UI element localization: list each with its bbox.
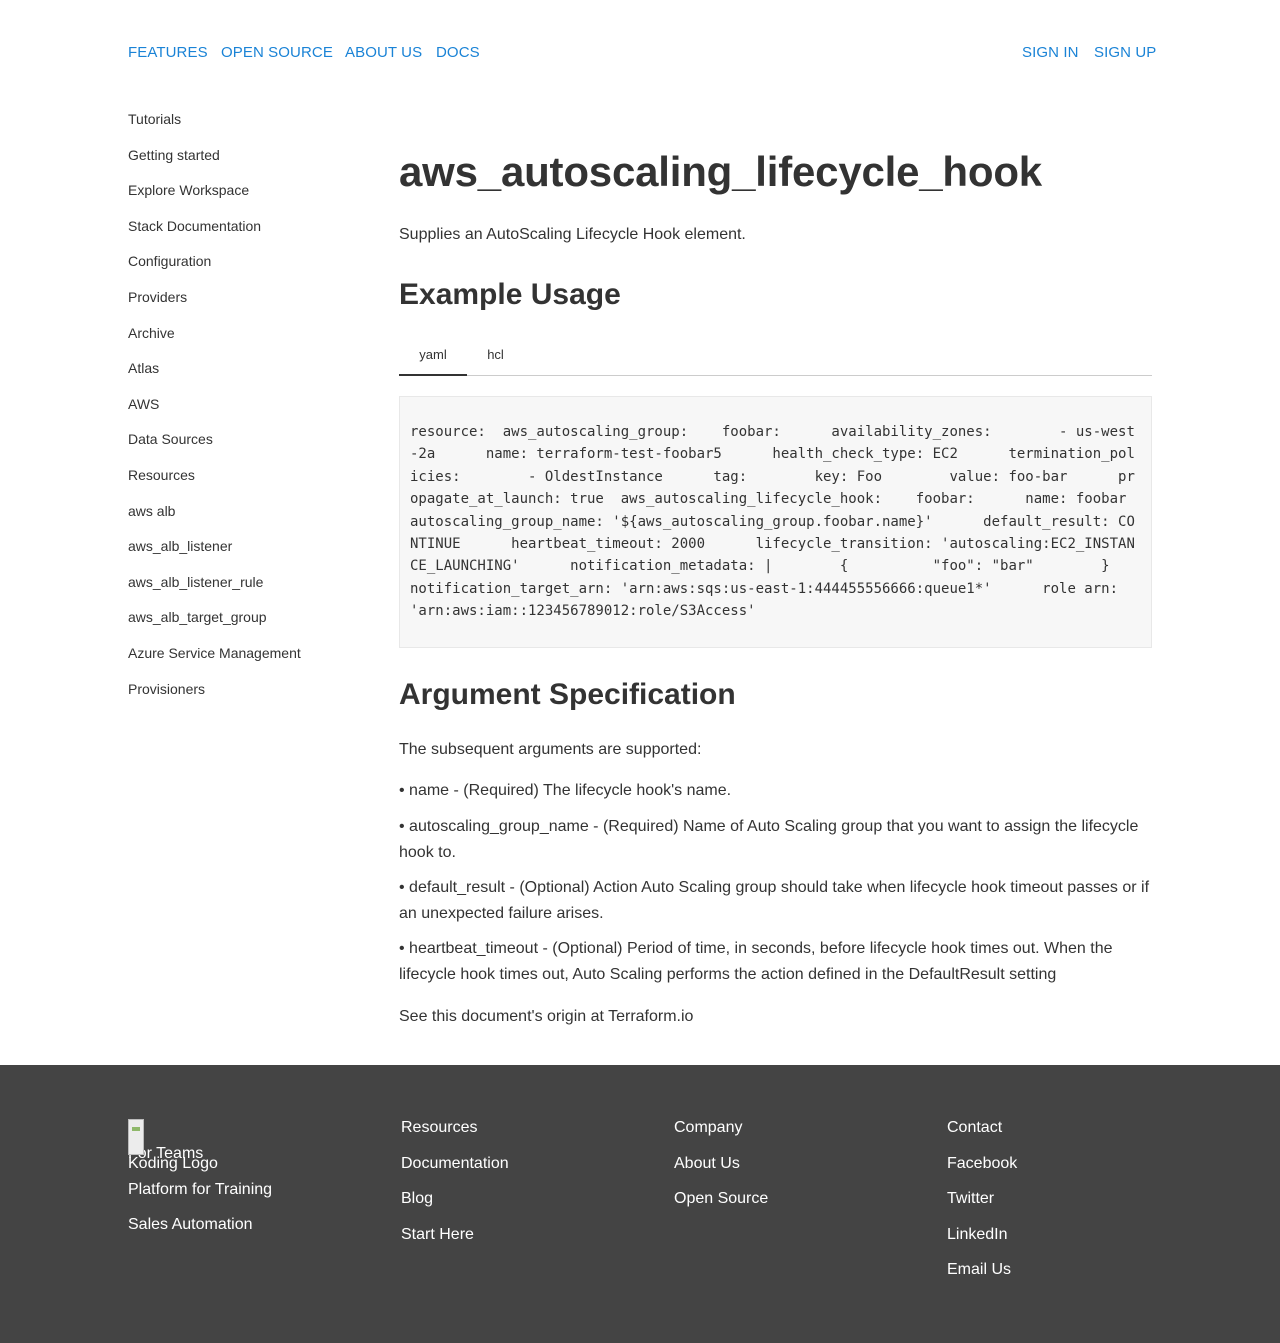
footer-link-twitter[interactable]: Twitter	[947, 1190, 1207, 1226]
argument-specification-heading: Argument Specification	[399, 678, 736, 711]
footer-link-contact[interactable]: Contact	[947, 1119, 1207, 1155]
footer-link-documentation[interactable]: Documentation	[401, 1155, 661, 1191]
footer-link-about-us[interactable]: About Us	[674, 1155, 934, 1191]
sidebar-item-aws-alb-listener[interactable]: aws_alb_listener	[128, 538, 368, 574]
origin-note: See this document's origin at Terraform.…	[399, 1008, 694, 1025]
nav-features-link[interactable]: FEATURES	[128, 44, 208, 61]
sidebar-item-aws-alb-listener-rule[interactable]: aws_alb_listener_rule	[128, 574, 368, 610]
footer-column-contact: Contact Facebook Twitter LinkedIn Email …	[947, 1119, 1207, 1297]
nav-open-source-link[interactable]: OPEN SOURCE	[221, 44, 333, 61]
footer-link-facebook[interactable]: Facebook	[947, 1155, 1207, 1191]
footer-link-platform-for-training[interactable]: Platform for Training	[128, 1181, 388, 1217]
nav-about-us-link[interactable]: ABOUT US	[345, 44, 422, 61]
footer-link-resources[interactable]: Resources	[401, 1119, 661, 1155]
sidebar-item-resources[interactable]: Resources	[128, 467, 368, 503]
sidebar-item-archive[interactable]: Archive	[128, 325, 368, 361]
footer-column-product: Koding Logo For Teams Platform for Train…	[128, 1119, 388, 1252]
footer-link-email-us[interactable]: Email Us	[947, 1261, 1207, 1297]
sidebar-item-provisioners[interactable]: Provisioners	[128, 681, 368, 717]
footer-link-start-here[interactable]: Start Here	[401, 1226, 661, 1262]
docs-sidebar: Tutorials Getting started Explore Worksp…	[128, 111, 368, 716]
page-intro: Supplies an AutoScaling Lifecycle Hook e…	[399, 226, 746, 243]
top-nav: FEATURES OPEN SOURCE ABOUT US DOCS SIGN …	[128, 44, 1156, 64]
sidebar-item-aws-alb[interactable]: aws alb	[128, 503, 368, 539]
footer-link-for-teams[interactable]: For Teams	[128, 1145, 388, 1181]
tab-yaml[interactable]: yaml	[399, 334, 467, 376]
footer-link-linkedin[interactable]: LinkedIn	[947, 1226, 1207, 1262]
code-tabs: yaml hcl	[399, 334, 1152, 376]
sidebar-item-aws-alb-target-group[interactable]: aws_alb_target_group	[128, 609, 368, 645]
nav-docs-link[interactable]: DOCS	[436, 44, 480, 61]
argument-item-default-result: • default_result - (Optional) Action Aut…	[399, 879, 1150, 922]
code-block: resource: aws_autoscaling_group: foobar:…	[399, 396, 1152, 648]
argument-item-autoscaling-group-name: • autoscaling_group_name - (Required) Na…	[399, 818, 1139, 861]
tab-hcl[interactable]: hcl	[467, 334, 524, 375]
code-content: resource: aws_autoscaling_group: foobar:…	[410, 424, 1178, 620]
sidebar-item-configuration[interactable]: Configuration	[128, 253, 368, 289]
footer-column-resources: Resources Documentation Blog Start Here	[401, 1119, 661, 1261]
sidebar-item-atlas[interactable]: Atlas	[128, 360, 368, 396]
argument-item-name: • name - (Required) The lifecycle hook's…	[399, 782, 732, 799]
sidebar-item-data-sources[interactable]: Data Sources	[128, 431, 368, 467]
example-usage-heading: Example Usage	[399, 278, 621, 311]
footer-link-blog[interactable]: Blog	[401, 1190, 661, 1226]
sidebar-item-getting-started[interactable]: Getting started	[128, 147, 368, 183]
argument-item-heartbeat-timeout: • heartbeat_timeout - (Optional) Period …	[399, 940, 1113, 983]
broken-image-icon	[128, 1119, 144, 1155]
arguments-intro: The subsequent arguments are supported:	[399, 741, 702, 758]
footer-column-company: Company About Us Open Source	[674, 1119, 934, 1226]
sidebar-item-aws[interactable]: AWS	[128, 396, 368, 432]
sidebar-item-explore-workspace[interactable]: Explore Workspace	[128, 182, 368, 218]
footer-link-open-source[interactable]: Open Source	[674, 1190, 934, 1226]
sidebar-item-azure-service-management[interactable]: Azure Service Management	[128, 645, 368, 681]
koding-logo[interactable]: Koding Logo	[128, 1119, 388, 1172]
page-title: aws_autoscaling_lifecycle_hook	[399, 148, 1042, 195]
site-footer: Koding Logo For Teams Platform for Train…	[0, 1065, 1280, 1343]
sidebar-item-stack-documentation[interactable]: Stack Documentation	[128, 218, 368, 254]
nav-sign-in-link[interactable]: SIGN IN	[1022, 44, 1079, 61]
footer-link-sales-automation[interactable]: Sales Automation	[128, 1216, 388, 1252]
sidebar-item-providers[interactable]: Providers	[128, 289, 368, 325]
sidebar-item-tutorials[interactable]: Tutorials	[128, 111, 368, 147]
footer-link-company[interactable]: Company	[674, 1119, 934, 1155]
nav-sign-up-link[interactable]: SIGN UP	[1094, 44, 1156, 61]
